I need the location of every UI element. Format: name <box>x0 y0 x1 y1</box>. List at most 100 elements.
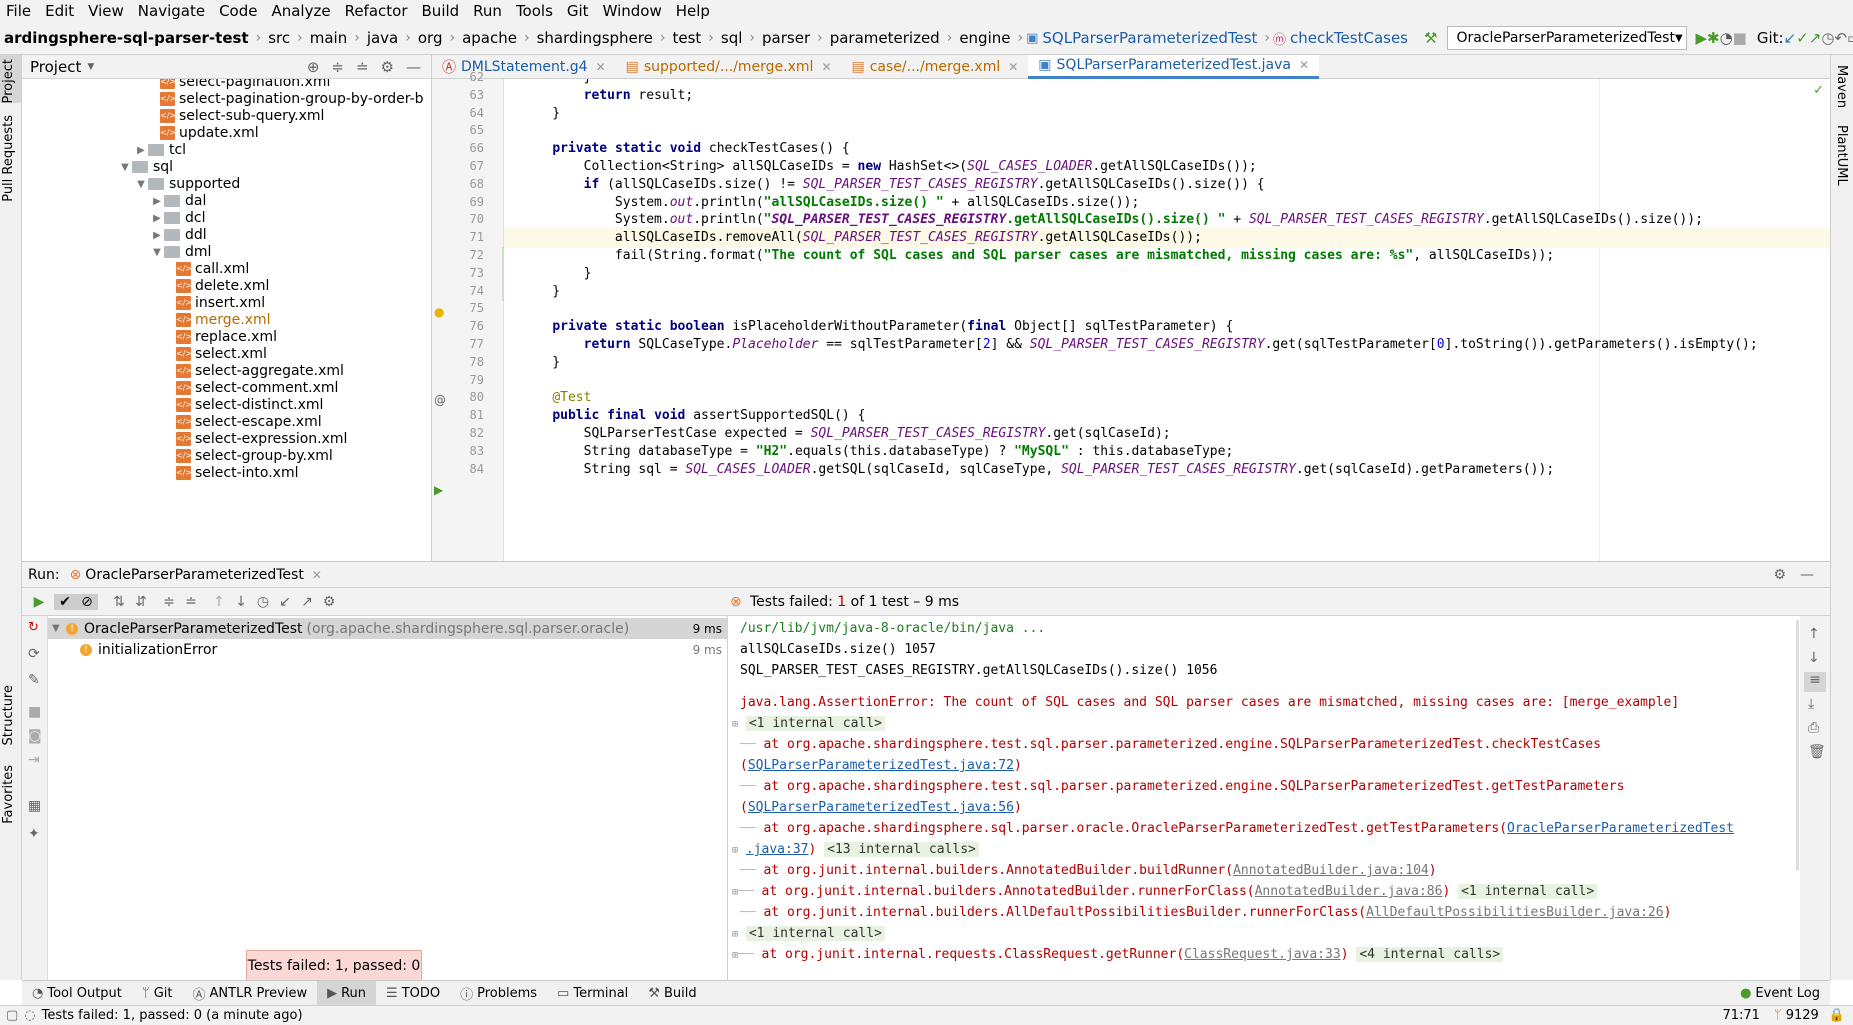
pin-icon[interactable]: ✦ <box>28 826 40 842</box>
tests-failed-popup[interactable]: Tests failed: 1, passed: 0 <box>246 950 422 982</box>
export-icon[interactable]: ↗ <box>296 594 318 610</box>
favorites-tool-button[interactable]: Favorites <box>1 765 16 824</box>
breadcrumb-item[interactable]: engine <box>955 29 1014 47</box>
bottom-tab-build[interactable]: ⚒ Build <box>638 986 706 1001</box>
coverage-icon[interactable]: ◔ <box>1720 29 1733 47</box>
previous-failed-icon[interactable]: ↑ <box>208 594 230 610</box>
gear-icon[interactable]: ⚙ <box>318 594 340 610</box>
breadcrumb-item[interactable]: main <box>306 29 351 47</box>
menu-run[interactable]: Run <box>467 0 510 22</box>
sort-alpha-icon[interactable]: ⇅ <box>108 594 130 610</box>
print-icon[interactable]: ⎙ <box>1808 720 1819 736</box>
hide-icon[interactable]: — <box>406 58 421 76</box>
show-ignored-icon[interactable]: ⊘ <box>76 593 98 610</box>
locate-icon[interactable]: ⊕ <box>307 58 320 76</box>
menu-navigate[interactable]: Navigate <box>132 0 213 22</box>
git-commit-icon[interactable]: ✓ <box>1796 29 1809 47</box>
next-failed-icon[interactable]: ↓ <box>230 594 252 610</box>
close-icon[interactable]: ✕ <box>596 60 606 74</box>
wrench-icon[interactable]: ✎ <box>28 672 40 688</box>
structure-tool-button[interactable]: Structure <box>1 685 16 745</box>
menu-build[interactable]: Build <box>416 0 468 22</box>
breadcrumb-item[interactable]: shardingsphere <box>533 29 657 47</box>
maven-tool-button[interactable]: Maven <box>1834 65 1849 108</box>
stack-link[interactable]: OracleParserParameterizedTest <box>1507 821 1734 836</box>
internal-calls[interactable]: <1 internal call> <box>1458 884 1598 899</box>
breadcrumb-item[interactable]: parser <box>758 29 814 47</box>
internal-calls[interactable]: <1 internal call> <box>745 716 885 731</box>
override-icon[interactable]: @ <box>434 393 446 407</box>
test-row-child[interactable]: ! initializationError 9 ms <box>48 639 728 660</box>
editor-tab[interactable]: ▤ supported/.../merge.xml ✕ <box>616 55 842 79</box>
chevron-down-icon[interactable]: ▼ <box>52 623 66 634</box>
plantuml-tool-button[interactable]: PlantUML <box>1834 125 1849 186</box>
cursor-position[interactable]: 71:71 <box>1722 1008 1759 1023</box>
internal-calls[interactable]: <4 internal calls> <box>1356 947 1504 962</box>
arrow-up-icon[interactable]: ↑ <box>1808 626 1820 642</box>
git-push-icon[interactable]: ↗ <box>1809 29 1822 47</box>
run-test-gutter-icon[interactable]: ▶ <box>434 483 443 497</box>
stack-link[interactable]: SQLParserParameterizedTest.java:72 <box>748 758 1014 773</box>
rollback-icon[interactable]: ↶ <box>1834 29 1847 47</box>
code-editor[interactable]: } return result; } private static void c… <box>504 79 1830 561</box>
console-scrollbar[interactable] <box>1796 620 1799 870</box>
status-message[interactable]: Tests failed: 1, passed: 0 (a minute ago… <box>42 1008 303 1023</box>
bottom-tab-terminal[interactable]: ▭ Terminal <box>547 986 638 1001</box>
breadcrumb-class[interactable]: SQLParserParameterizedTest <box>1038 29 1261 47</box>
show-passed-icon[interactable]: ✔ <box>54 593 76 610</box>
run-tab[interactable]: OracleParserParameterizedTest <box>85 567 304 583</box>
breadcrumb-method[interactable]: checkTestCases <box>1286 29 1412 47</box>
stop-icon[interactable]: ■ <box>28 704 41 720</box>
breadcrumb-item[interactable]: ardingsphere-sql-parser-test <box>0 29 253 47</box>
hammer-icon[interactable]: ⚒ <box>1424 29 1437 47</box>
internal-calls[interactable]: <1 internal call> <box>745 926 885 941</box>
test-row-root[interactable]: ▼ ! OracleParserParameterizedTest (org.a… <box>48 618 728 639</box>
camera-icon[interactable]: ◙ <box>28 728 42 744</box>
sort-duration-icon[interactable]: ⇵ <box>130 594 152 610</box>
menu-view[interactable]: View <box>82 0 132 22</box>
chevron-right-icon[interactable]: ▶ <box>150 213 164 224</box>
menu-edit[interactable]: Edit <box>39 0 82 22</box>
collapse-all-icon[interactable]: ≐ <box>180 594 202 610</box>
folder-icon[interactable]: ▭ <box>1847 29 1853 47</box>
menu-git[interactable]: Git <box>561 0 597 22</box>
project-panel-title[interactable]: Project <box>30 58 81 76</box>
chevron-down-icon[interactable]: ▼ <box>118 162 132 173</box>
bottom-tab-antlr-preview[interactable]: Ⓐ ANTLR Preview <box>183 984 318 1003</box>
fold-icon[interactable]: ⊞ <box>732 719 738 730</box>
chevron-right-icon[interactable]: ▶ <box>150 230 164 241</box>
chevron-down-icon[interactable]: ▼ <box>87 62 94 72</box>
event-log-button[interactable]: ● Event Log <box>1730 986 1830 1001</box>
bottom-tab-git[interactable]: ᛘ Git <box>132 986 183 1001</box>
close-icon[interactable]: ✕ <box>312 568 322 582</box>
status-icon[interactable]: ▢ <box>6 1008 18 1023</box>
bottom-tab-tool-output[interactable]: ◔ Tool Output <box>22 986 132 1001</box>
menu-code[interactable]: Code <box>213 0 265 22</box>
close-icon[interactable]: ✕ <box>1008 60 1018 74</box>
bottom-tab-todo[interactable]: ☰ TODO <box>376 986 450 1001</box>
run-configuration-select[interactable]: OracleParserParameterizedTest ▼ <box>1447 26 1688 50</box>
toggle-auto-test-icon[interactable]: ⟳ <box>28 646 40 662</box>
bottom-tab-run[interactable]: ▶ Run <box>317 980 377 1006</box>
menu-analyze[interactable]: Analyze <box>265 0 338 22</box>
history-icon[interactable]: ◷ <box>252 594 274 610</box>
stop-icon[interactable]: ■ <box>1733 29 1747 47</box>
breadcrumb-item[interactable]: java <box>363 29 402 47</box>
stack-link[interactable]: .java:37 <box>746 842 809 857</box>
memory-indicator[interactable]: 9129 <box>1786 1008 1819 1023</box>
internal-calls[interactable]: <13 internal calls> <box>824 842 979 857</box>
stack-link[interactable]: ClassRequest.java:33 <box>1184 947 1341 962</box>
history-icon[interactable]: ◷ <box>1821 29 1834 47</box>
menu-refactor[interactable]: Refactor <box>339 0 416 22</box>
menu-file[interactable]: File <box>0 0 39 22</box>
menu-tools[interactable]: Tools <box>510 0 561 22</box>
stack-link[interactable]: AllDefaultPossibilitiesBuilder.java:26 <box>1366 905 1663 920</box>
project-tool-button[interactable]: Project <box>1 59 16 103</box>
gear-icon[interactable]: ⚙ <box>1773 567 1800 583</box>
chevron-down-icon[interactable]: ▼ <box>134 179 148 190</box>
stack-link[interactable]: SQLParserParameterizedTest.java:56 <box>748 800 1014 815</box>
gear-icon[interactable]: ⚙ <box>381 58 394 76</box>
hide-icon[interactable]: — <box>1800 567 1830 583</box>
breadcrumb-item[interactable]: org <box>414 29 447 47</box>
breadcrumb-item[interactable]: parameterized <box>826 29 944 47</box>
